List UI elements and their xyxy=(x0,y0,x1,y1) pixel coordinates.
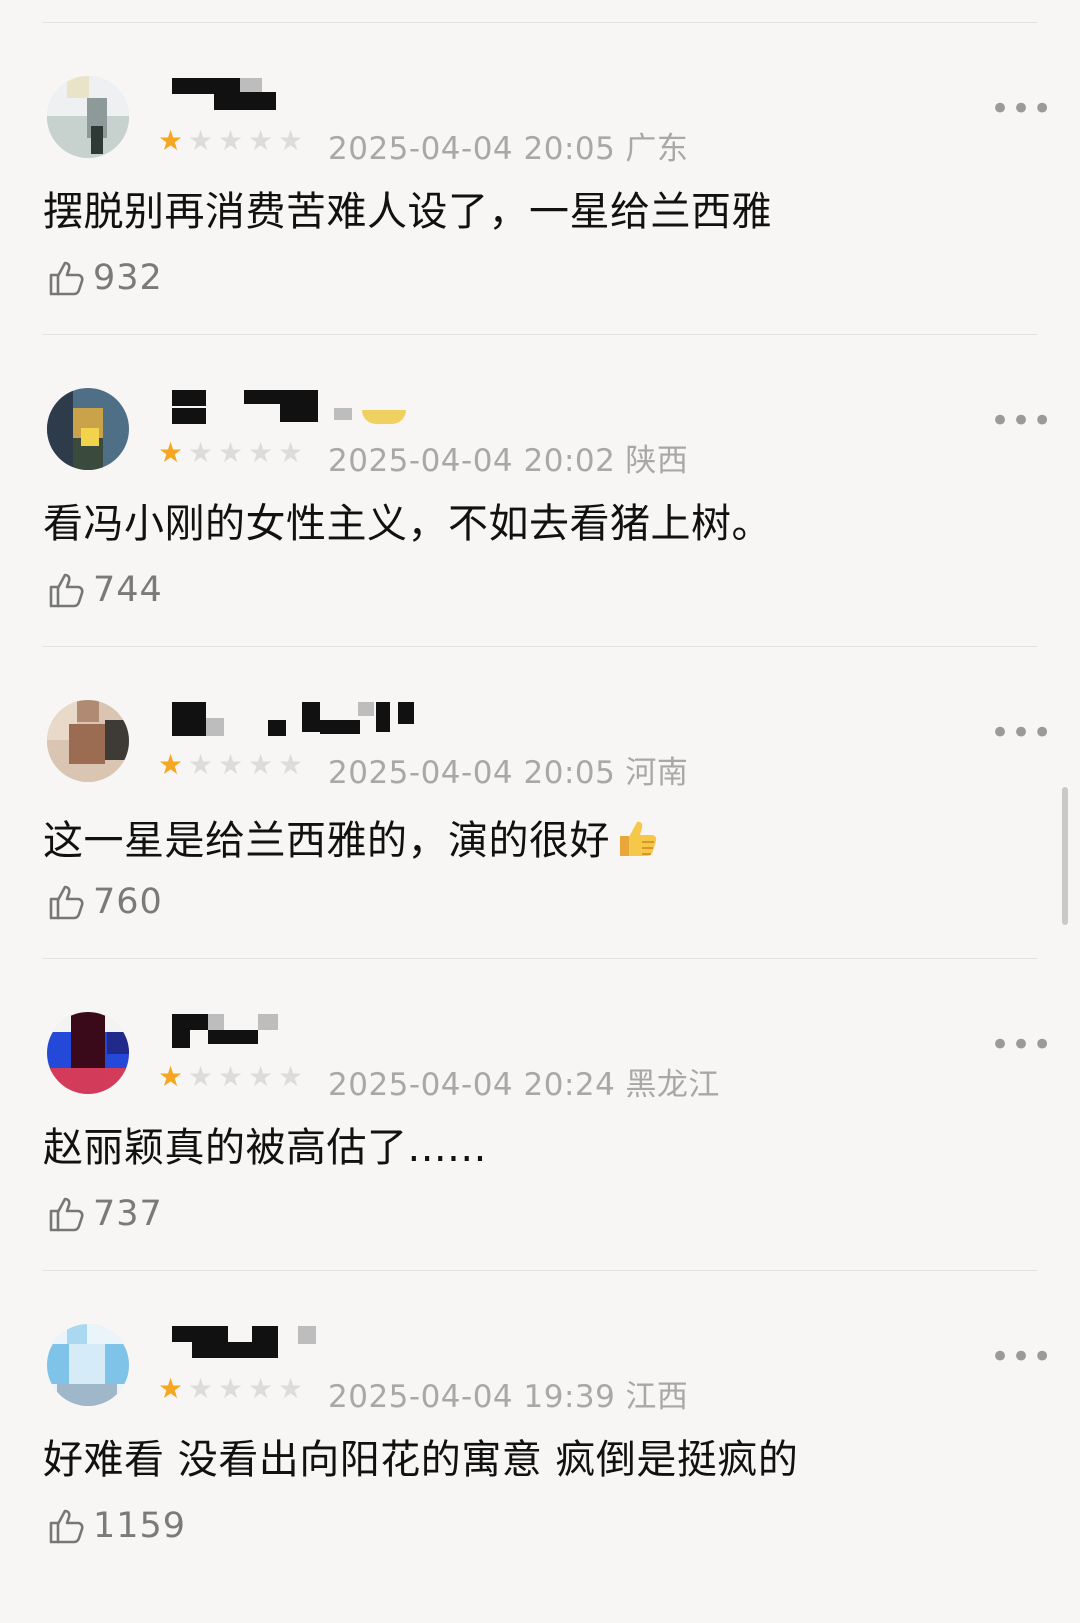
star-icon: ★ xyxy=(248,1372,274,1405)
review-region: 黑龙江 xyxy=(625,1067,720,1103)
like-button[interactable]: 1159 xyxy=(47,1504,186,1548)
review-content-text: 这一星是给兰西雅的，演的很好 xyxy=(43,818,610,864)
username-blurred[interactable] xyxy=(172,78,432,118)
star-icon: ★ xyxy=(278,124,304,157)
username-blurred[interactable] xyxy=(172,1326,432,1366)
review-item: ★ ★ ★ ★ ★ 2025-04-04 20:05 广东 ••• 摆脱别再消费苦… xyxy=(0,0,1080,322)
review-date: 2025-04-04 20:05 xyxy=(328,131,616,167)
review-content: 好难看 没看出向阳花的寓意 疯倒是挺疯的 xyxy=(43,1437,799,1483)
star-icon: ★ xyxy=(188,748,214,781)
star-icon: ★ xyxy=(218,1060,244,1093)
star-rating: ★ ★ ★ ★ ★ xyxy=(158,1063,306,1093)
thumbs-up-icon xyxy=(49,573,84,608)
thumbs-up-emoji-icon xyxy=(620,821,657,856)
like-button[interactable]: 760 xyxy=(47,880,163,924)
star-icon: ★ xyxy=(158,124,184,157)
thumbs-up-icon xyxy=(49,885,84,920)
like-count: 737 xyxy=(93,1194,163,1234)
review-list: ★ ★ ★ ★ ★ 2025-04-04 20:05 广东 ••• 摆脱别再消费苦… xyxy=(0,0,1080,1623)
star-icon: ★ xyxy=(218,436,244,469)
username-blurred[interactable] xyxy=(172,702,432,742)
avatar[interactable] xyxy=(47,388,129,470)
review-date: 2025-04-04 20:24 xyxy=(328,1067,616,1103)
review-item: ★ ★ ★ ★ ★ 2025-04-04 20:24 黑龙江 ••• 赵丽颖真的被… xyxy=(0,936,1080,1258)
star-rating: ★ ★ ★ ★ ★ xyxy=(158,751,306,781)
more-dots-icon[interactable]: ••• xyxy=(990,1028,1053,1062)
star-icon: ★ xyxy=(188,1060,214,1093)
like-count: 932 xyxy=(93,258,163,298)
review-item: ★ ★ ★ ★ ★ 2025-04-04 20:02 陕西 ••• 看冯小刚的女性… xyxy=(0,312,1080,634)
star-icon: ★ xyxy=(248,748,274,781)
review-region: 陕西 xyxy=(625,443,689,479)
review-content: 看冯小刚的女性主义，不如去看猪上树。 xyxy=(43,501,772,547)
more-dots-icon[interactable]: ••• xyxy=(990,1340,1053,1374)
like-button[interactable]: 932 xyxy=(47,256,163,300)
more-dots-icon[interactable]: ••• xyxy=(990,92,1053,126)
thumbs-up-icon xyxy=(49,261,84,296)
star-icon: ★ xyxy=(248,1060,274,1093)
review-meta: 2025-04-04 19:39 江西 xyxy=(328,1371,688,1416)
review-item: ★ ★ ★ ★ ★ 2025-04-04 20:05 河南 ••• 这一星是给兰西… xyxy=(0,624,1080,946)
review-date: 2025-04-04 20:05 xyxy=(328,755,616,791)
avatar[interactable] xyxy=(47,76,129,158)
star-icon: ★ xyxy=(188,1372,214,1405)
review-region: 江西 xyxy=(625,1379,689,1415)
star-icon: ★ xyxy=(278,436,304,469)
star-icon: ★ xyxy=(248,124,274,157)
like-count: 744 xyxy=(93,570,163,610)
avatar[interactable] xyxy=(47,700,129,782)
review-region: 河南 xyxy=(625,755,689,791)
star-rating: ★ ★ ★ ★ ★ xyxy=(158,127,306,157)
star-icon: ★ xyxy=(158,1060,184,1093)
star-icon: ★ xyxy=(218,124,244,157)
avatar[interactable] xyxy=(47,1324,129,1406)
review-meta: 2025-04-04 20:02 陕西 xyxy=(328,435,688,480)
review-region: 广东 xyxy=(625,131,689,167)
thumbs-up-icon xyxy=(49,1509,84,1544)
like-count: 760 xyxy=(93,882,163,922)
star-icon: ★ xyxy=(278,748,304,781)
review-content: 摆脱别再消费苦难人设了，一星给兰西雅 xyxy=(43,189,772,235)
username-blurred[interactable] xyxy=(172,390,432,430)
star-icon: ★ xyxy=(188,436,214,469)
star-icon: ★ xyxy=(248,436,274,469)
star-icon: ★ xyxy=(188,124,214,157)
scrollbar[interactable] xyxy=(1062,787,1068,925)
like-button[interactable]: 737 xyxy=(47,1192,163,1236)
review-meta: 2025-04-04 20:24 黑龙江 xyxy=(328,1059,720,1104)
star-icon: ★ xyxy=(278,1060,304,1093)
star-icon: ★ xyxy=(218,1372,244,1405)
like-count: 1159 xyxy=(93,1506,187,1546)
star-icon: ★ xyxy=(158,748,184,781)
star-icon: ★ xyxy=(158,436,184,469)
review-content: 赵丽颖真的被高估了...... xyxy=(43,1125,487,1171)
username-blurred[interactable] xyxy=(172,1014,432,1054)
review-date: 2025-04-04 20:02 xyxy=(328,443,616,479)
more-dots-icon[interactable]: ••• xyxy=(990,716,1053,750)
review-meta: 2025-04-04 20:05 河南 xyxy=(328,747,688,792)
thumbs-up-icon xyxy=(49,1197,84,1232)
more-dots-icon[interactable]: ••• xyxy=(990,404,1053,438)
star-icon: ★ xyxy=(158,1372,184,1405)
review-item: ★ ★ ★ ★ ★ 2025-04-04 19:39 江西 ••• 好难看 没看出… xyxy=(0,1248,1080,1570)
review-date: 2025-04-04 19:39 xyxy=(328,1379,616,1415)
star-icon: ★ xyxy=(278,1372,304,1405)
review-meta: 2025-04-04 20:05 广东 xyxy=(328,123,688,168)
review-content: 这一星是给兰西雅的，演的很好 xyxy=(43,812,662,865)
like-button[interactable]: 744 xyxy=(47,568,163,612)
star-rating: ★ ★ ★ ★ ★ xyxy=(158,1375,306,1405)
star-rating: ★ ★ ★ ★ ★ xyxy=(158,439,306,469)
star-icon: ★ xyxy=(218,748,244,781)
avatar[interactable] xyxy=(47,1012,129,1094)
